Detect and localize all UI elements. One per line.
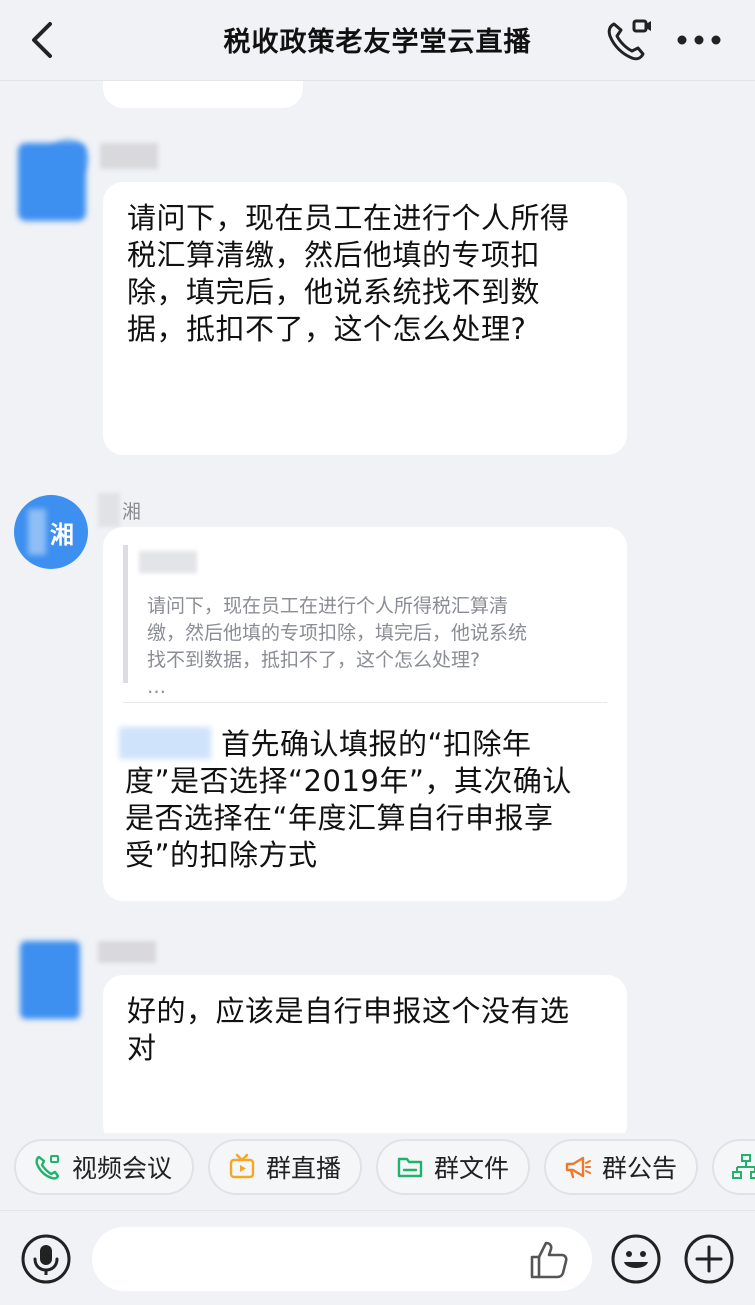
message-list[interactable]: 请问下，现在员工在进行个人所得 税汇算清缴，然后他填的专项扣 除，填完后，他说系… — [0, 81, 755, 1133]
plus-icon[interactable] — [683, 1233, 735, 1285]
sender-name: 湘 — [122, 501, 142, 523]
sender-name-redacted — [98, 493, 120, 527]
more-options-icon[interactable] — [676, 34, 722, 46]
reply-text: 首先确认填报的“扣除年 度”是否选择“2019年”，其次确认 是否选择在“年度汇… — [125, 727, 572, 872]
message-input[interactable] — [92, 1227, 592, 1291]
avatar-redacted — [28, 509, 46, 555]
emoji-icon[interactable] — [610, 1233, 662, 1285]
thumbs-up-icon[interactable] — [528, 1239, 570, 1281]
chip-label: 群公告 — [602, 1154, 678, 1183]
message-text: 请问下，现在员工在进行个人所得 税汇算清缴，然后他填的专项扣 除，填完后，他说系… — [127, 201, 570, 346]
quote-divider — [123, 702, 607, 703]
quoted-sender-redacted — [139, 551, 197, 573]
org-chart-button[interactable] — [712, 1139, 755, 1195]
input-bar — [0, 1210, 755, 1305]
sender-name-redacted — [100, 143, 158, 169]
message-text: 好的，应该是自行申报这个没有选 对 — [127, 994, 570, 1065]
avatar[interactable]: 湘 — [14, 495, 88, 569]
avatar-label: 湘 — [50, 521, 74, 549]
chip-label: 群文件 — [434, 1154, 510, 1183]
group-files-button[interactable]: 群文件 — [376, 1139, 530, 1195]
phone-call-icon[interactable] — [604, 18, 652, 62]
group-announcement-button[interactable]: 群公告 — [544, 1139, 698, 1195]
microphone-icon[interactable] — [20, 1233, 72, 1285]
live-tv-icon — [229, 1153, 255, 1179]
quoted-text: 请问下，现在员工在进行个人所得税汇算清 缴，然后他填的专项扣除，填完后，他说系统… — [147, 595, 528, 698]
org-chart-icon — [732, 1154, 755, 1179]
sender-name-redacted — [98, 941, 156, 963]
message-bubble[interactable]: 请问下，现在员工在进行个人所得 税汇算清缴，然后他填的专项扣 除，填完后，他说系… — [103, 182, 627, 455]
folder-icon — [397, 1157, 423, 1178]
chat-header: 税收政策老友学堂云直播 — [0, 0, 755, 81]
reply-message-bubble[interactable]: 请问下，现在员工在进行个人所得税汇算清 缴，然后他填的专项扣除，填完后，他说系统… — [103, 527, 627, 901]
avatar[interactable] — [20, 941, 80, 1019]
chip-label: 群直播 — [266, 1154, 342, 1183]
video-meeting-button[interactable]: 视频会议 — [14, 1139, 194, 1195]
quote-bar — [123, 545, 128, 683]
megaphone-icon — [565, 1156, 591, 1179]
previous-message-bubble — [103, 81, 303, 108]
chip-label: 视频会议 — [72, 1154, 173, 1183]
avatar-overlay — [48, 139, 88, 179]
group-live-button[interactable]: 群直播 — [208, 1139, 362, 1195]
message-bubble[interactable]: 好的，应该是自行申报这个没有选 对 — [103, 975, 627, 1133]
quick-actions-bar[interactable]: 视频会议 群直播 群文件 群公告 — [0, 1133, 755, 1205]
video-call-icon — [35, 1155, 60, 1180]
